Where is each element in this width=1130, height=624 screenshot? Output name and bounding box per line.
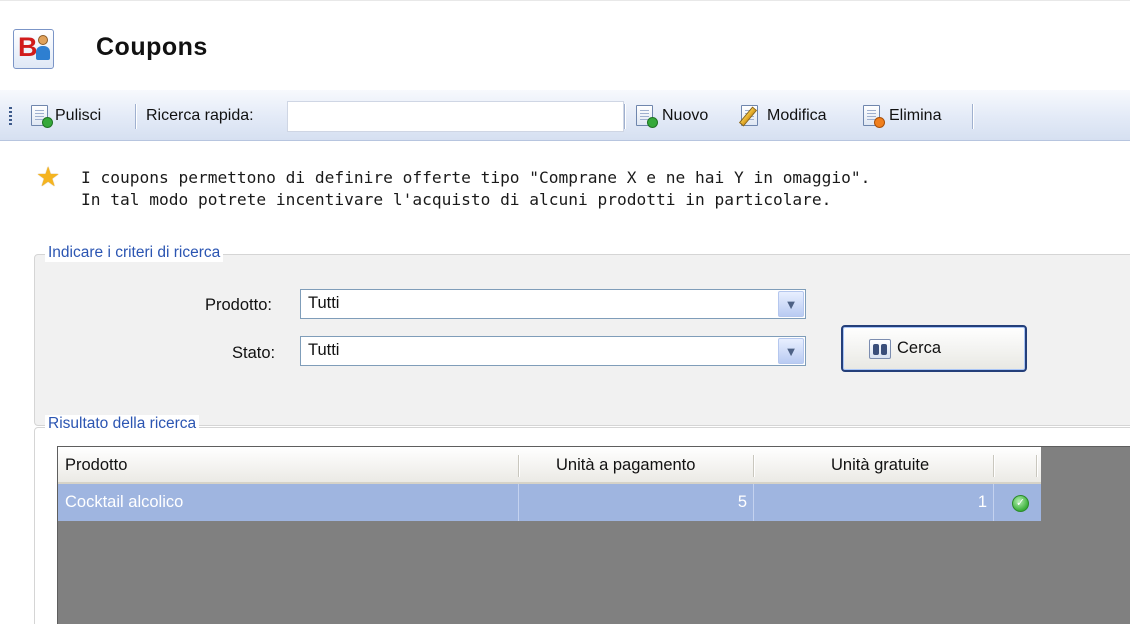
toolbar: Pulisci Ricerca rapida: Nuovo Modifica E… — [0, 90, 1130, 141]
column-header-paid-units[interactable]: Unità a pagamento — [556, 456, 695, 475]
cell-free-units: 1 — [754, 484, 994, 521]
status-label: Stato: — [232, 344, 276, 362]
chevron-down-icon[interactable]: ▼ — [778, 338, 804, 364]
search-button[interactable]: Cerca — [841, 325, 1027, 372]
star-icon: ★ — [36, 162, 61, 192]
product-select-value: Tutti — [308, 294, 340, 312]
info-text-line-2: In tal modo potrete incentivare l'acquis… — [81, 190, 832, 209]
delete-document-icon — [860, 103, 886, 129]
delete-button[interactable]: Elimina — [860, 102, 941, 130]
new-button-label: Nuovo — [662, 107, 709, 124]
clear-button[interactable]: Pulisci — [28, 102, 101, 130]
status-select-value: Tutti — [308, 341, 340, 359]
quick-search-label: Ricerca rapida: — [146, 107, 254, 124]
toolbar-separator — [972, 104, 973, 129]
column-header-free-units[interactable]: Unità gratuite — [831, 456, 929, 475]
quick-search-input[interactable] — [287, 101, 624, 132]
column-header-product[interactable]: Prodotto — [65, 456, 127, 475]
page-title: Coupons — [96, 33, 208, 61]
grid-empty-area — [1041, 447, 1130, 484]
clear-button-label: Pulisci — [55, 107, 102, 124]
column-divider[interactable] — [518, 455, 519, 477]
column-divider[interactable] — [1036, 455, 1037, 477]
column-divider[interactable] — [993, 455, 994, 477]
info-text-line-1: I coupons permettono di definire offerte… — [81, 168, 871, 187]
cell-paid-units: 5 — [519, 484, 754, 521]
grid-header: Prodotto Unità a pagamento Unità gratuit… — [58, 447, 1041, 484]
binoculars-icon — [869, 338, 891, 359]
product-select[interactable]: Tutti ▼ — [300, 289, 806, 319]
product-label: Prodotto: — [205, 296, 272, 314]
clear-document-icon — [28, 103, 54, 129]
search-results-legend: Risultato della ricerca — [45, 415, 200, 433]
title-bar: B Coupons — [0, 0, 1130, 86]
toolbar-separator — [624, 104, 625, 129]
table-row[interactable]: Cocktail alcolico 5 1 ✓ — [58, 484, 1041, 521]
check-circle-icon: ✓ — [1012, 495, 1029, 512]
results-grid[interactable]: Prodotto Unità a pagamento Unità gratuit… — [57, 446, 1130, 624]
delete-button-label: Elimina — [889, 107, 942, 124]
status-select[interactable]: Tutti ▼ — [300, 336, 806, 366]
edit-button[interactable]: Modifica — [738, 102, 827, 130]
search-criteria-legend: Indicare i criteri di ricerca — [45, 244, 224, 262]
cell-product: Cocktail alcolico — [58, 484, 519, 521]
chevron-down-icon[interactable]: ▼ — [778, 291, 804, 317]
toolbar-grip[interactable] — [9, 107, 12, 125]
new-document-icon — [633, 103, 659, 129]
edit-button-label: Modifica — [767, 107, 827, 124]
new-button[interactable]: Nuovo — [633, 102, 708, 130]
edit-pencil-icon — [738, 103, 764, 129]
toolbar-separator — [135, 104, 136, 129]
search-button-label: Cerca — [897, 339, 942, 357]
app-logo-icon: B — [13, 29, 54, 69]
column-divider[interactable] — [753, 455, 754, 477]
